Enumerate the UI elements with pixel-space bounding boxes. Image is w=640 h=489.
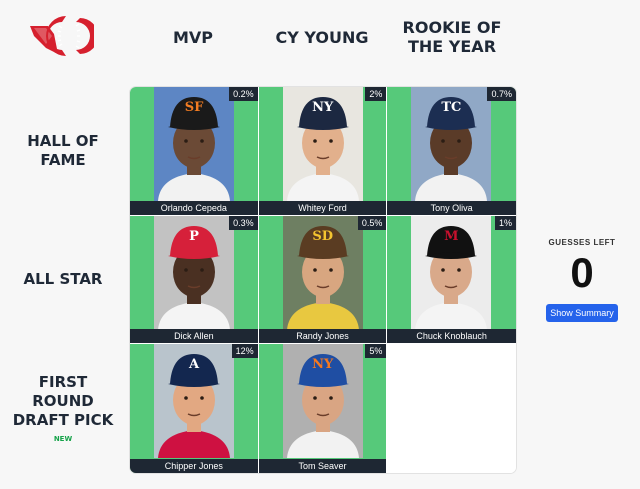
cap-logo-icon: P xyxy=(189,228,199,244)
player-name: Chuck Knoblauch xyxy=(387,329,516,344)
player-name: Whitey Ford xyxy=(258,200,387,215)
player-name: Chipper Jones xyxy=(130,459,258,473)
cap-logo-icon: NY xyxy=(312,357,334,373)
player-photo: M xyxy=(411,215,492,330)
player-photo: TC xyxy=(411,87,492,201)
player-name: Randy Jones xyxy=(258,329,387,344)
player-photo: SF xyxy=(154,87,234,201)
column-header-rookie-of-the-year: ROOKIE OF THE YEAR xyxy=(402,18,502,56)
row-header-all-star: ALL STAR xyxy=(8,215,118,344)
column-header-cy-young: CY YOUNG xyxy=(275,27,369,47)
cap-logo-icon: A xyxy=(188,357,200,373)
grid-cell-chuck-knoblauch[interactable]: M 1% Chuck Knoblauch xyxy=(387,215,516,345)
player-photo: NY xyxy=(282,344,363,459)
row-header-first-round-draft-pick: FIRST ROUND DRAFT PICK NEW xyxy=(8,344,118,473)
rarity-percentage: 0.3% xyxy=(229,215,258,230)
row-header-label: FIRST ROUND DRAFT PICK xyxy=(12,373,114,429)
site-logo-icon[interactable] xyxy=(28,14,98,58)
grid-cell-randy-jones[interactable]: SD 0.5% Randy Jones xyxy=(258,215,388,345)
grid-cell-tom-seaver[interactable]: NY 5% Tom Seaver xyxy=(258,344,388,473)
rarity-percentage: 5% xyxy=(365,344,387,359)
cap-logo-icon: SD xyxy=(312,228,333,244)
grid-cell-orlando-cepeda[interactable]: SF 0.2% Orlando Cepeda xyxy=(130,87,259,216)
cap-logo-icon: TC xyxy=(441,100,462,115)
player-name: Tony Oliva xyxy=(387,200,516,215)
grid-cell-whitey-ford[interactable]: NY 2% Whitey Ford xyxy=(258,87,388,216)
player-photo: NY xyxy=(282,87,363,201)
grid-cell-dick-allen[interactable]: P 0.3% Dick Allen xyxy=(130,215,259,345)
rarity-percentage: 0.2% xyxy=(229,87,258,101)
rarity-percentage: 2% xyxy=(365,87,387,101)
rarity-percentage: 0.5% xyxy=(357,215,387,230)
rarity-percentage: 1% xyxy=(494,215,516,230)
player-photo: A xyxy=(154,344,234,459)
player-name: Dick Allen xyxy=(130,329,258,344)
empty-grid-cell[interactable] xyxy=(387,344,516,473)
row-header-label: HALL OF FAME xyxy=(27,131,99,169)
new-badge: NEW xyxy=(53,435,73,443)
player-name: Tom Seaver xyxy=(258,459,387,473)
guesses-left-label: GUESSES LEFT xyxy=(548,238,616,247)
row-header-hall-of-fame: HALL OF FAME xyxy=(8,86,118,215)
player-photo: SD xyxy=(282,215,363,330)
show-summary-button[interactable]: Show Summary xyxy=(546,304,618,322)
rarity-percentage: 12% xyxy=(231,344,258,359)
rarity-percentage: 0.7% xyxy=(487,87,516,101)
grid-cell-chipper-jones[interactable]: A 12% Chipper Jones xyxy=(130,344,259,473)
column-header-mvp: MVP xyxy=(172,27,214,47)
player-photo: P xyxy=(154,215,234,330)
cap-logo-icon: M xyxy=(444,228,459,244)
cap-logo-icon: SF xyxy=(184,100,204,115)
immaculate-grid: SF 0.2% Orlando Cepeda NY 2% Whitey Ford TC 0.7… xyxy=(129,86,517,474)
grid-cell-tony-oliva[interactable]: TC 0.7% Tony Oliva xyxy=(387,87,516,216)
row-header-label: ALL STAR xyxy=(23,270,103,288)
player-name: Orlando Cepeda xyxy=(130,200,258,215)
guesses-left-count: 0 xyxy=(570,249,594,296)
cap-logo-icon: NY xyxy=(312,100,334,115)
